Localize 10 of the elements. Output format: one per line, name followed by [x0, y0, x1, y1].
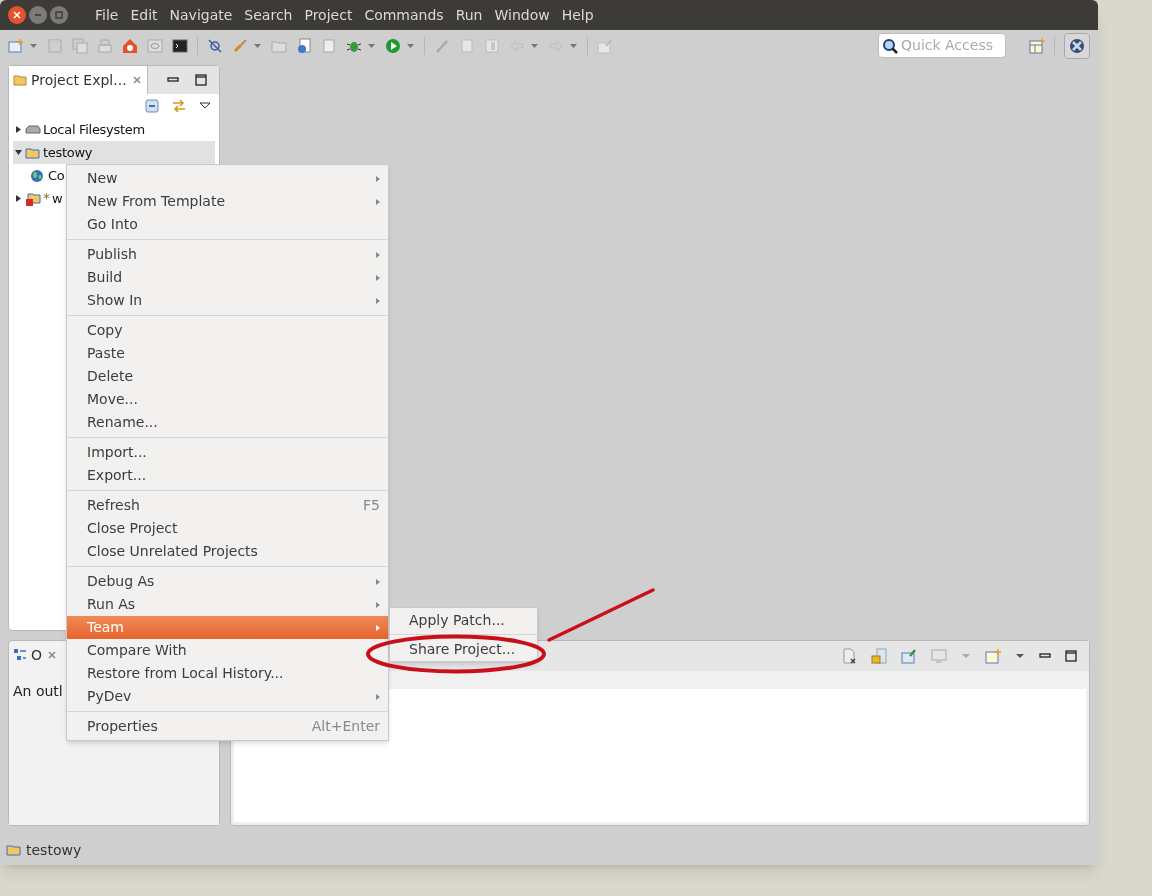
shortcut-label: F5 [363, 496, 380, 515]
modified-marker: * [43, 189, 50, 208]
tree-item-label: testowy [43, 143, 93, 162]
tree-item-label: w [52, 189, 63, 208]
tab-title: Project Expl... [31, 70, 127, 90]
outline-message: An outl [13, 683, 63, 699]
status-text: testowy [26, 840, 82, 860]
tree-item-label: Co [48, 166, 65, 185]
tree-item-label: Local Filesystem [43, 120, 145, 139]
shortcut-label: Alt+Enter [311, 717, 380, 736]
